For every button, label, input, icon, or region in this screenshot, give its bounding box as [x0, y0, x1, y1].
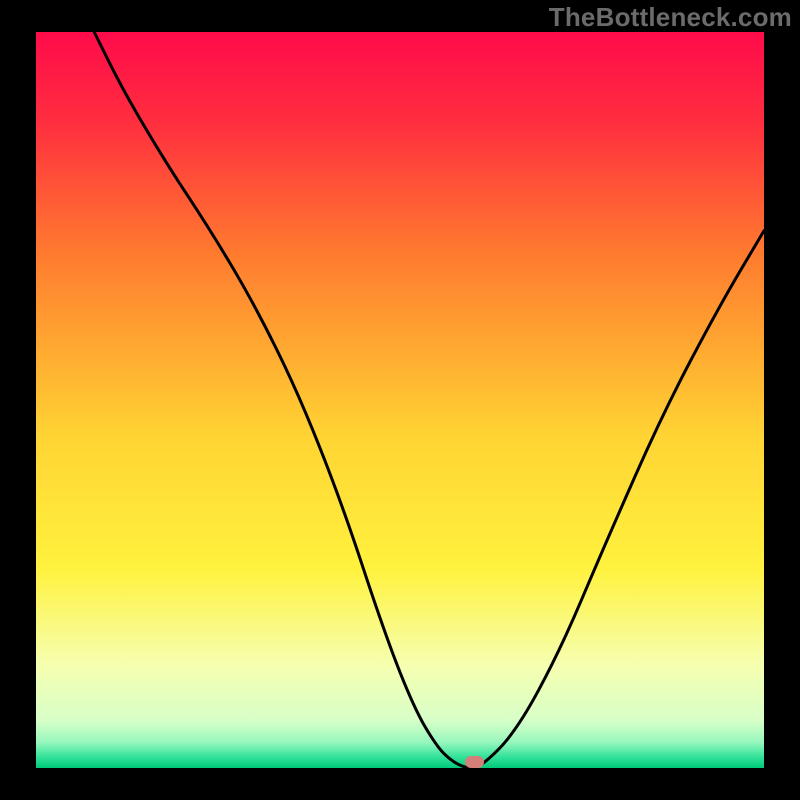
watermark-text: TheBottleneck.com	[549, 2, 792, 33]
optimal-point-marker	[465, 756, 484, 768]
curve-path	[94, 32, 764, 768]
chart-frame: TheBottleneck.com	[0, 0, 800, 800]
bottleneck-curve	[36, 32, 764, 768]
plot-area	[36, 32, 764, 768]
